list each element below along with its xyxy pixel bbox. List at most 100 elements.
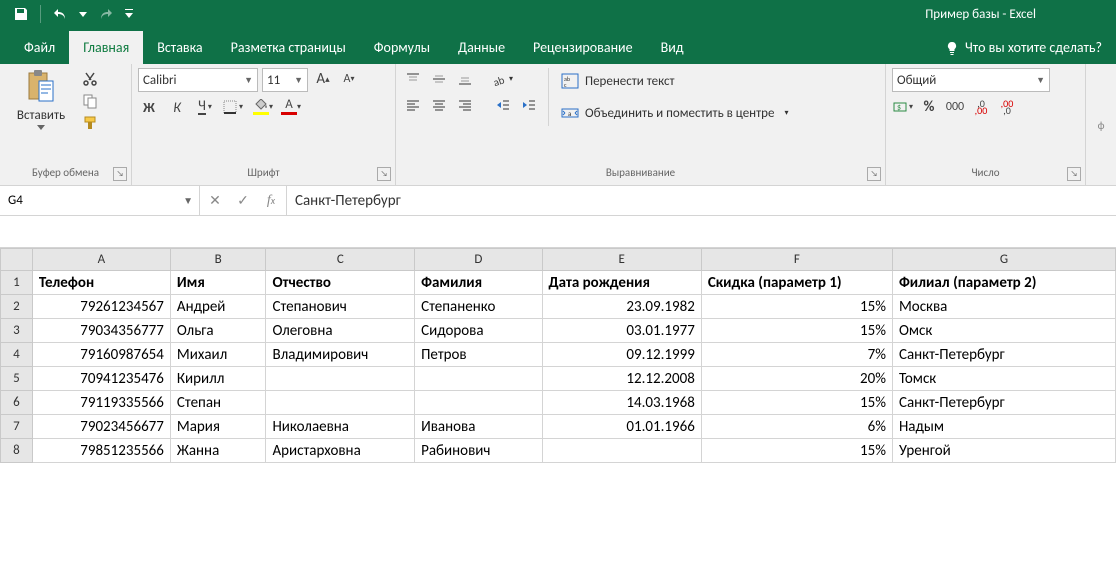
align-right-button[interactable] [454,94,476,116]
insert-function-button[interactable]: fx [258,186,284,215]
name-box-input[interactable] [0,186,177,215]
column-header[interactable]: A [32,249,170,271]
increase-indent-button[interactable] [518,94,540,116]
data-cell[interactable]: 7% [701,343,892,367]
data-cell[interactable]: Томск [892,367,1115,391]
data-cell[interactable] [266,367,415,391]
data-cell[interactable]: Аристарховна [266,439,415,463]
data-cell[interactable] [266,391,415,415]
underline-button[interactable]: Ч▾ [194,96,216,118]
data-cell[interactable]: 79119335566 [32,391,170,415]
header-cell[interactable]: Телефон [32,271,170,295]
paste-button[interactable] [19,68,63,106]
data-cell[interactable]: 79034356777 [32,319,170,343]
align-center-button[interactable] [428,94,450,116]
name-box-dropdown[interactable]: ▼ [177,194,199,207]
data-cell[interactable]: Санкт-Петербург [892,391,1115,415]
data-cell[interactable]: 79261234567 [32,295,170,319]
increase-font-button[interactable]: A▴ [312,68,334,90]
data-cell[interactable]: Андрей [170,295,266,319]
font-size-combo[interactable]: 11 ▼ [262,68,308,92]
data-cell[interactable]: Мария [170,415,266,439]
font-launcher[interactable]: ↘ [377,167,391,181]
save-button[interactable] [8,2,34,26]
align-bottom-button[interactable] [454,68,476,90]
row-header[interactable]: 3 [1,319,33,343]
data-cell[interactable]: Петров [415,343,542,367]
data-cell[interactable]: Олеговна [266,319,415,343]
header-cell[interactable]: Дата рождения [542,271,701,295]
data-cell[interactable]: 6% [701,415,892,439]
undo-button[interactable] [47,2,73,26]
decrease-font-button[interactable]: A▾ [338,68,360,90]
tab-data[interactable]: Данные [444,31,519,64]
data-cell[interactable]: 79160987654 [32,343,170,367]
bold-button[interactable]: Ж [138,96,160,118]
tab-insert[interactable]: Вставка [143,31,216,64]
header-cell[interactable]: Фамилия [415,271,542,295]
decrease-decimal-button[interactable]: ,00,0 [996,96,1018,118]
data-cell[interactable]: 15% [701,295,892,319]
align-top-button[interactable] [402,68,424,90]
enter-formula-button[interactable]: ✓ [230,186,256,215]
data-cell[interactable]: 14.03.1968 [542,391,701,415]
number-launcher[interactable]: ↘ [1067,167,1081,181]
column-header[interactable]: D [415,249,542,271]
data-cell[interactable]: Иванова [415,415,542,439]
tab-review[interactable]: Рецензирование [519,31,647,64]
data-cell[interactable]: 01.01.1966 [542,415,701,439]
data-cell[interactable]: 03.01.1977 [542,319,701,343]
column-header[interactable]: G [892,249,1115,271]
clipboard-launcher[interactable]: ↘ [113,167,127,181]
copy-button[interactable] [80,92,100,110]
data-cell[interactable]: 70941235476 [32,367,170,391]
data-cell[interactable]: Москва [892,295,1115,319]
data-cell[interactable]: 23.09.1982 [542,295,701,319]
data-cell[interactable] [542,439,701,463]
tab-home[interactable]: Главная [69,31,143,64]
merge-center-button[interactable]: a Объединить и поместить в центре ▾ [557,100,792,126]
align-left-button[interactable] [402,94,424,116]
data-cell[interactable]: Николаевна [266,415,415,439]
data-cell[interactable] [415,391,542,415]
data-cell[interactable]: 20% [701,367,892,391]
row-header[interactable]: 1 [1,271,33,295]
column-header[interactable]: F [701,249,892,271]
column-header[interactable]: C [266,249,415,271]
decrease-indent-button[interactable] [492,94,514,116]
align-middle-button[interactable] [428,68,450,90]
qat-customize[interactable] [123,2,135,26]
data-cell[interactable]: Надым [892,415,1115,439]
data-cell[interactable]: Кирилл [170,367,266,391]
tell-me-search[interactable]: Что вы хотите сделать? [931,31,1116,64]
data-cell[interactable]: Жанна [170,439,266,463]
select-all-corner[interactable] [1,249,33,271]
name-box[interactable]: ▼ [0,186,200,215]
cancel-formula-button[interactable]: ✕ [202,186,228,215]
column-header[interactable]: E [542,249,701,271]
header-cell[interactable]: Отчество [266,271,415,295]
data-cell[interactable]: 79851235566 [32,439,170,463]
wrap-text-button[interactable]: abc Перенести текст [557,68,792,94]
orientation-button[interactable]: ab▾ [492,68,514,90]
data-cell[interactable]: Омск [892,319,1115,343]
data-cell[interactable]: Степан [170,391,266,415]
column-header[interactable]: B [170,249,266,271]
worksheet-grid[interactable]: ABCDEFG1ТелефонИмяОтчествоФамилияДата ро… [0,248,1116,463]
header-cell[interactable]: Скидка (параметр 1) [701,271,892,295]
alignment-launcher[interactable]: ↘ [867,167,881,181]
data-cell[interactable]: 79023456677 [32,415,170,439]
data-cell[interactable]: Ольга [170,319,266,343]
data-cell[interactable]: 15% [701,391,892,415]
header-cell[interactable]: Филиал (параметр 2) [892,271,1115,295]
formula-input[interactable] [287,186,1116,215]
font-name-combo[interactable]: Calibri ▼ [138,68,258,92]
data-cell[interactable]: 09.12.1999 [542,343,701,367]
row-header[interactable]: 6 [1,391,33,415]
tab-file[interactable]: Файл [10,31,69,64]
paste-dropdown-icon[interactable] [37,125,45,130]
data-cell[interactable]: 15% [701,319,892,343]
data-cell[interactable] [415,367,542,391]
data-cell[interactable]: Сидорова [415,319,542,343]
number-format-combo[interactable]: Общий ▼ [892,68,1050,92]
